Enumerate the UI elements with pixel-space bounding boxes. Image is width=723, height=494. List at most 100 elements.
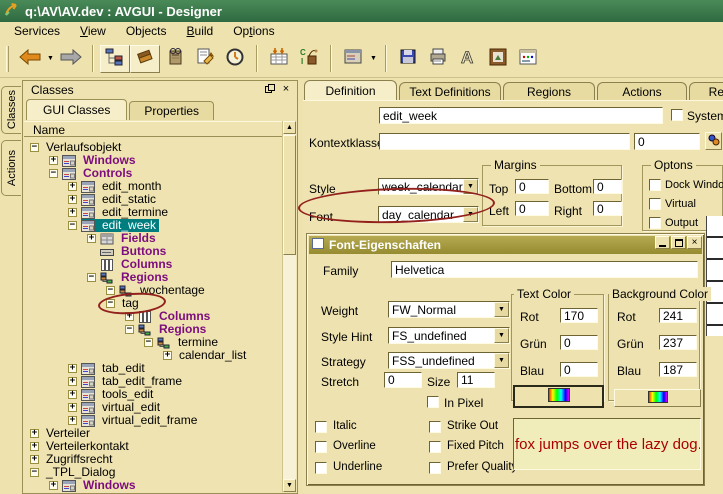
maximize-button[interactable]	[671, 236, 686, 249]
tree-item-windows[interactable]: +Windows	[24, 154, 282, 167]
chevron-down-icon[interactable]: ▼	[368, 45, 379, 73]
margin-left-input[interactable]	[515, 201, 549, 216]
expand-toggle[interactable]: +	[125, 312, 134, 321]
expand-toggle[interactable]: +	[68, 390, 77, 399]
eraser-button[interactable]	[130, 45, 160, 73]
tree-item-wochentage[interactable]: −wochentage	[24, 284, 282, 297]
class-tree-button[interactable]	[100, 45, 130, 73]
collapse-toggle[interactable]: −	[106, 286, 115, 295]
tree-item-tpl-dialog[interactable]: −_TPL_Dialog	[24, 466, 282, 479]
chevron-down-icon[interactable]: ▼	[494, 353, 509, 368]
form-window-button[interactable]	[338, 45, 368, 73]
stretch-input[interactable]	[384, 372, 422, 388]
checkbox-dock-window[interactable]	[649, 179, 661, 191]
kontext-lookup-button[interactable]	[705, 132, 722, 150]
checkbox-fixed-pitch[interactable]	[429, 441, 441, 453]
scrollbar-thumb[interactable]	[283, 135, 296, 255]
tree-item-tag[interactable]: −tag	[24, 297, 282, 310]
tab-regions[interactable]: Regions	[503, 82, 595, 100]
expand-toggle[interactable]: +	[68, 377, 77, 386]
menu-item-objects[interactable]: Objects	[116, 23, 177, 39]
toolbar-handle[interactable]	[6, 46, 9, 72]
size-input[interactable]	[457, 372, 495, 388]
tab-gui-classes[interactable]: GUI Classes	[26, 99, 127, 120]
tab-text-definitions[interactable]: Text Definitions	[399, 82, 501, 100]
expand-toggle[interactable]: +	[68, 403, 77, 412]
scroll-down-button[interactable]: ▼	[283, 479, 296, 492]
checkbox-overline[interactable]	[315, 441, 327, 453]
text-blau-input[interactable]	[560, 362, 598, 377]
font-a-button[interactable]: A	[453, 45, 483, 73]
save-button[interactable]	[393, 45, 423, 73]
image-button[interactable]	[483, 45, 513, 73]
tab-ref[interactable]: Ref	[689, 82, 723, 100]
side-tab-actions[interactable]: Actions	[1, 140, 21, 196]
forward-arrow-button[interactable]	[56, 45, 86, 73]
background-color-picker-button[interactable]	[614, 389, 701, 407]
close-button[interactable]: ×	[687, 236, 702, 249]
chevron-down-icon[interactable]: ▼	[463, 207, 478, 222]
close-panel-button[interactable]: ×	[279, 83, 293, 96]
chevron-down-icon[interactable]: ▼	[45, 45, 56, 73]
in-pixel-checkbox[interactable]	[427, 396, 439, 408]
tab-properties[interactable]: Properties	[129, 101, 214, 120]
menu-item-build[interactable]: Build	[177, 23, 224, 39]
collapse-toggle[interactable]: −	[30, 468, 39, 477]
collapse-toggle[interactable]: −	[144, 338, 153, 347]
expand-toggle[interactable]: +	[87, 234, 96, 243]
bg-gruen-input[interactable]	[659, 335, 697, 350]
book-button[interactable]	[160, 45, 190, 73]
expand-toggle[interactable]: +	[30, 429, 39, 438]
collapse-toggle[interactable]: −	[68, 221, 77, 230]
name-column-header[interactable]: Name	[24, 121, 282, 137]
expand-toggle[interactable]: +	[68, 364, 77, 373]
menu-item-services[interactable]: Services	[4, 23, 70, 39]
system-checkbox[interactable]	[671, 109, 683, 121]
weight-dropdown[interactable]: FW_Normal ▼	[388, 301, 510, 318]
family-input[interactable]	[391, 261, 698, 278]
margin-top-input[interactable]	[515, 179, 549, 194]
kontext-number-input[interactable]	[634, 133, 700, 150]
tree-item-calendar-list[interactable]: +calendar_list	[24, 349, 282, 362]
tree-item-verlaufsobjekt[interactable]: −Verlaufsobjekt	[24, 141, 282, 154]
collapse-toggle[interactable]: −	[49, 169, 58, 178]
checkbox-prefer-quality[interactable]	[429, 462, 441, 474]
collapse-toggle[interactable]: −	[106, 299, 115, 308]
font-dropdown[interactable]: day_calendar ▼	[378, 206, 479, 223]
expand-toggle[interactable]: +	[49, 481, 58, 490]
expand-toggle[interactable]: +	[49, 156, 58, 165]
kontextklasse-input[interactable]	[379, 133, 630, 150]
back-arrow-button[interactable]	[15, 45, 45, 73]
class-name-input[interactable]	[379, 107, 663, 124]
minimize-button[interactable]	[655, 236, 670, 249]
collapse-toggle[interactable]: −	[30, 143, 39, 152]
text-gruen-input[interactable]	[560, 335, 598, 350]
tree-scrollbar[interactable]: ▲ ▼	[282, 121, 296, 492]
expand-toggle[interactable]: +	[30, 442, 39, 451]
scroll-up-button[interactable]: ▲	[283, 121, 296, 134]
chevron-down-icon[interactable]: ▼	[494, 302, 509, 317]
expand-toggle[interactable]: +	[163, 351, 172, 360]
edit-document-button[interactable]	[190, 45, 220, 73]
margin-right-input[interactable]	[593, 201, 622, 216]
style-dropdown[interactable]: week_calendar ▼	[378, 178, 479, 195]
collapse-toggle[interactable]: −	[125, 325, 134, 334]
text-color-picker-button[interactable]	[513, 385, 604, 408]
float-panel-button[interactable]	[263, 83, 277, 96]
tree-item-regions[interactable]: −Regions	[24, 323, 282, 336]
checkbox-output[interactable]	[649, 217, 661, 229]
expand-toggle[interactable]: +	[30, 455, 39, 464]
tree-item-tab-edit-frame[interactable]: +tab_edit_frame	[24, 375, 282, 388]
collapse-toggle[interactable]: −	[87, 273, 96, 282]
style-hint-dropdown[interactable]: FS_undefined ▼	[388, 327, 510, 344]
tab-definition[interactable]: Definition	[304, 80, 397, 100]
checkbox-italic[interactable]	[315, 421, 327, 433]
new-window-button[interactable]	[513, 45, 543, 73]
text-rot-input[interactable]	[560, 308, 598, 323]
class-info-button[interactable]: CI	[294, 45, 324, 73]
expand-toggle[interactable]: +	[68, 208, 77, 217]
chevron-down-icon[interactable]: ▼	[494, 328, 509, 343]
checkbox-strike-out[interactable]	[429, 421, 441, 433]
chevron-down-icon[interactable]: ▼	[463, 179, 478, 194]
expand-toggle[interactable]: +	[68, 182, 77, 191]
